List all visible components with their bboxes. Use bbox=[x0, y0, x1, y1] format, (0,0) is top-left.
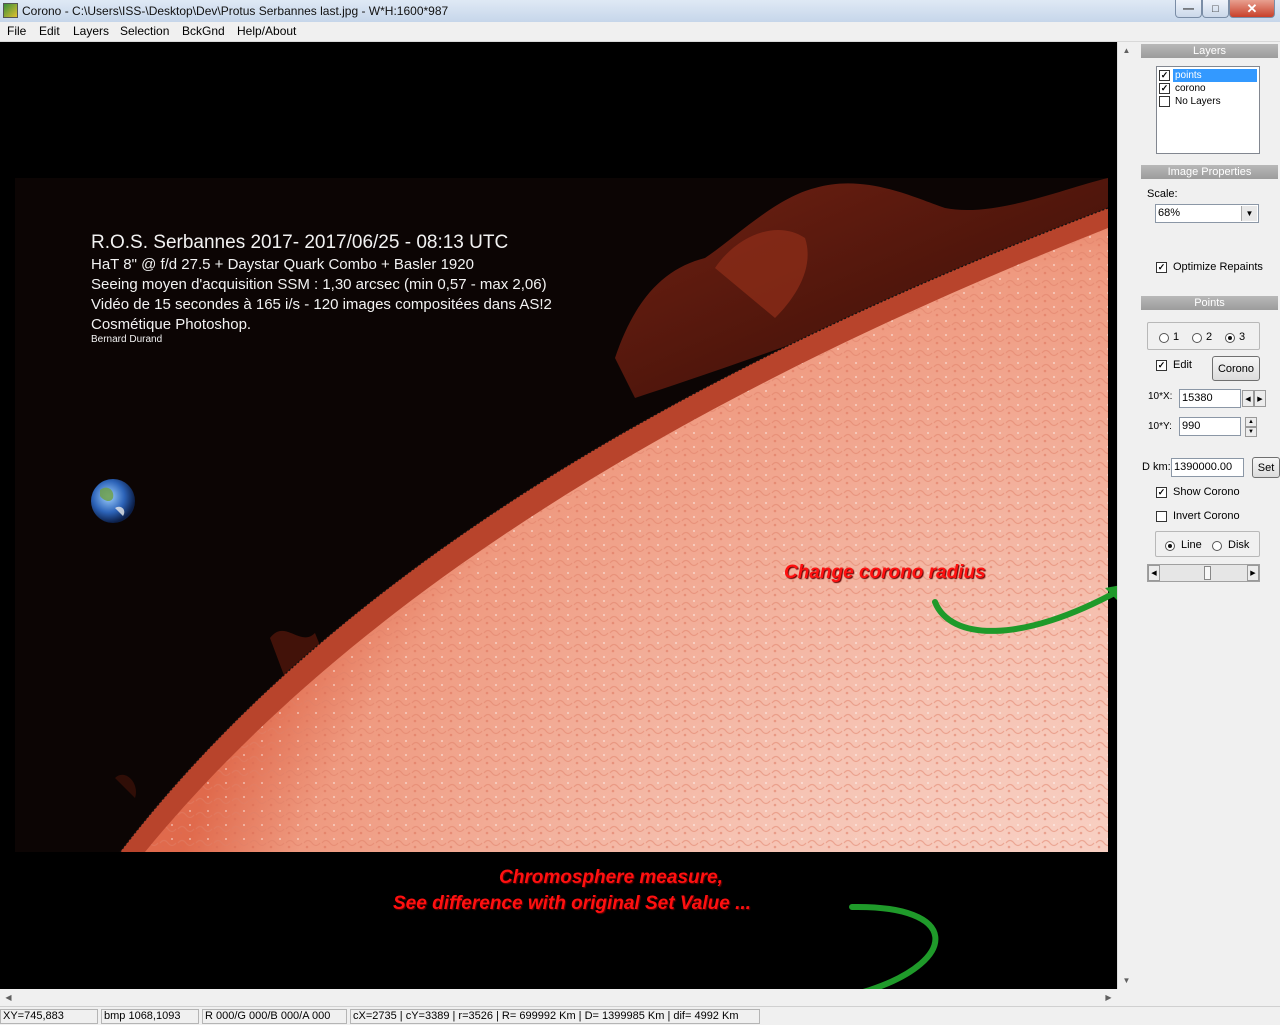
show-corono-label: Show Corono bbox=[1173, 486, 1240, 498]
horizontal-scrollbar[interactable]: ◀ ▶ bbox=[0, 989, 1117, 1006]
chevron-down-icon[interactable]: ▼ bbox=[1241, 206, 1257, 221]
show-corono-checkbox[interactable]: ✓ bbox=[1156, 487, 1167, 498]
x-decrement-icon[interactable]: ◀ bbox=[1242, 390, 1254, 407]
status-bar: XY=745,883 bmp 1068,1093 R 000/G 000/B 0… bbox=[0, 1006, 1280, 1025]
y-decrement-icon[interactable]: ▼ bbox=[1245, 427, 1257, 437]
status-xy: XY=745,883 bbox=[0, 1009, 98, 1024]
layers-header: Layers bbox=[1141, 44, 1278, 58]
display-mode-group: Line Disk bbox=[1155, 531, 1260, 557]
status-rgba: R 000/G 000/B 000/A 000 bbox=[202, 1009, 347, 1024]
point-1-radio[interactable] bbox=[1159, 333, 1169, 343]
disk-radio[interactable] bbox=[1212, 541, 1222, 551]
scroll-right-icon[interactable]: ▶ bbox=[1100, 989, 1117, 1006]
status-measure: cX=2735 | cY=3389 | r=3526 | R= 699992 K… bbox=[350, 1009, 760, 1024]
invert-corono-label: Invert Corono bbox=[1173, 510, 1240, 522]
disk-label: Disk bbox=[1228, 539, 1250, 551]
optimize-repaints-label: Optimize Repaints bbox=[1173, 261, 1263, 273]
layers-list[interactable]: ✓ points ✓ corono No Layers bbox=[1156, 66, 1260, 154]
points-header: Points bbox=[1141, 296, 1278, 310]
vertical-scrollbar[interactable]: ▲ ▼ bbox=[1117, 42, 1135, 989]
slider-left-icon[interactable]: ◀ bbox=[1148, 565, 1160, 581]
scale-value: 68% bbox=[1158, 207, 1181, 219]
layer-item-no-layers[interactable]: No Layers bbox=[1159, 95, 1259, 108]
side-panel: Layers ✓ points ✓ corono No Layers Image… bbox=[1134, 42, 1280, 1006]
scroll-down-icon[interactable]: ▼ bbox=[1118, 972, 1135, 989]
layer-item-points[interactable]: ✓ points bbox=[1159, 69, 1259, 82]
edit-checkbox[interactable]: ✓ bbox=[1156, 360, 1167, 371]
set-button[interactable]: Set bbox=[1252, 457, 1280, 478]
annotation-measure-line-1: Chromosphere measure, bbox=[499, 867, 723, 888]
corono-radius-slider[interactable]: ◀ ▶ bbox=[1147, 564, 1260, 582]
x-increment-icon[interactable]: ▶ bbox=[1254, 390, 1266, 407]
layer-item-corono[interactable]: ✓ corono bbox=[1159, 82, 1259, 95]
y-label: 10*Y: bbox=[1148, 421, 1172, 432]
point-2-radio[interactable] bbox=[1192, 333, 1202, 343]
optimize-repaints-checkbox[interactable]: ✓ bbox=[1156, 262, 1167, 273]
layer-corono-checkbox[interactable]: ✓ bbox=[1159, 83, 1170, 94]
layer-points-label: points bbox=[1173, 69, 1257, 82]
scroll-up-icon[interactable]: ▲ bbox=[1118, 42, 1135, 59]
layer-corono-label: corono bbox=[1175, 83, 1206, 94]
scroll-left-icon[interactable]: ◀ bbox=[0, 989, 17, 1006]
scale-select[interactable]: 68% ▼ bbox=[1155, 204, 1259, 223]
x-input[interactable]: 15380 bbox=[1179, 389, 1241, 408]
scale-label: Scale: bbox=[1147, 188, 1178, 200]
layer-no-layers-label: No Layers bbox=[1175, 96, 1221, 107]
point-3-label: 3 bbox=[1239, 331, 1246, 343]
invert-corono-checkbox[interactable] bbox=[1156, 511, 1167, 522]
image-properties-header: Image Properties bbox=[1141, 165, 1278, 179]
arrow-to-slider bbox=[932, 587, 1123, 634]
y-input[interactable]: 990 bbox=[1179, 417, 1241, 436]
x-label: 10*X: bbox=[1148, 391, 1173, 402]
point-2-label: 2 bbox=[1206, 331, 1213, 343]
d-km-label: D km: bbox=[1142, 461, 1171, 473]
corono-button[interactable]: Corono bbox=[1212, 356, 1260, 381]
point-1-label: 1 bbox=[1173, 331, 1180, 343]
edit-label: Edit bbox=[1173, 359, 1192, 371]
d-km-input[interactable]: 1390000.00 bbox=[1171, 458, 1244, 477]
y-increment-icon[interactable]: ▲ bbox=[1245, 417, 1257, 427]
point-select-group: 1 2 3 bbox=[1147, 322, 1260, 350]
annotation-measure-line-2: See difference with original Set Value .… bbox=[393, 893, 751, 914]
slider-right-icon[interactable]: ▶ bbox=[1247, 565, 1259, 581]
status-bmp: bmp 1068,1093 bbox=[101, 1009, 199, 1024]
layer-no-layers-checkbox[interactable] bbox=[1159, 96, 1170, 107]
annotation-corono-radius: Change corono radius bbox=[784, 562, 986, 583]
point-3-radio[interactable] bbox=[1225, 333, 1235, 343]
layer-points-checkbox[interactable]: ✓ bbox=[1159, 70, 1170, 81]
slider-thumb[interactable] bbox=[1204, 566, 1211, 580]
line-label: Line bbox=[1181, 539, 1202, 551]
line-radio[interactable] bbox=[1165, 541, 1175, 551]
